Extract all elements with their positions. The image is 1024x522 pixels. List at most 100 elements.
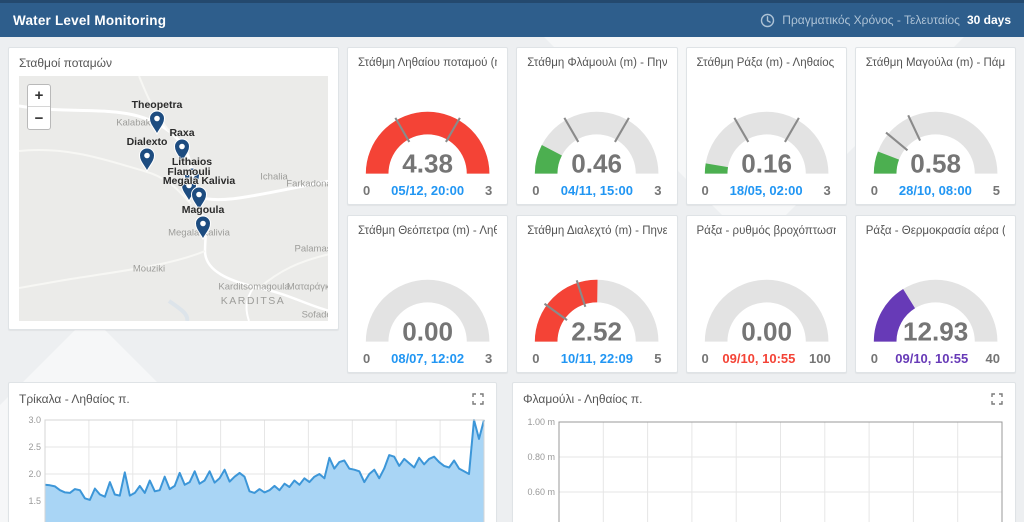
gauge-arc: 12.93 xyxy=(866,265,1005,350)
chart-title: Φλαμούλι - Ληθαίος π. xyxy=(523,392,643,406)
gauge-title: Στάθμη Ράξα (m) - Ληθαίος π. xyxy=(697,57,836,69)
area-chart-trikala[interactable]: 3.02.52.01.51.0 xyxy=(19,412,486,522)
station-label: Dialexto xyxy=(127,136,168,148)
gauge-arc: 2.52 xyxy=(527,265,666,350)
expand-chart-button[interactable] xyxy=(989,391,1005,407)
gauge-min: 0 xyxy=(702,183,709,198)
gauge-panel-flamouli: Στάθμη Φλάμουλι (m) - Πηνειός π. 0.46 0 … xyxy=(516,47,677,205)
gauge-title: Ράξα - ρυθμός βροχόπτωσης (mm/hr) xyxy=(697,225,836,237)
station-marker-icon[interactable] xyxy=(147,109,167,135)
gauge-panel-raxa-rain: Ράξα - ρυθμός βροχόπτωσης (mm/hr) 0.00 0… xyxy=(686,215,847,373)
app-title: Water Level Monitoring xyxy=(13,13,166,28)
map-zoom-in-button[interactable]: + xyxy=(28,85,50,107)
gauge-timestamp: 10/11, 22:09 xyxy=(561,351,633,366)
gauge-min: 0 xyxy=(871,183,878,198)
stations-map[interactable]: + − KalabakaIchaliaFarkadonaMegala Kaliv… xyxy=(19,76,328,321)
gauge-min: 0 xyxy=(363,351,370,366)
station-label: Megala Kalivia xyxy=(163,175,235,187)
gauge-panel-magoula: Στάθμη Μαγούλα (m) - Πάμισος π. 0.58 0 2… xyxy=(855,47,1016,205)
svg-text:1.00 m: 1.00 m xyxy=(527,417,555,427)
gauge-title: Στάθμη Ληθαίου ποταμού (m) - Τρίκαλα xyxy=(358,57,497,69)
svg-text:0.58: 0.58 xyxy=(910,148,961,178)
area-chart-flamouli[interactable]: 1.00 m0.80 m0.60 m0.40 m xyxy=(523,412,1005,522)
gauge-timestamp: 05/12, 20:00 xyxy=(391,183,464,198)
gauge-arc: 0.00 xyxy=(358,265,497,350)
map-panel-title: Σταθμοί ποταμών xyxy=(19,56,328,70)
map-place-label: Mouziki xyxy=(133,264,165,275)
gauge-timestamp: 09/10, 10:55 xyxy=(895,351,968,366)
svg-text:1.5: 1.5 xyxy=(28,496,41,506)
svg-text:0.16: 0.16 xyxy=(741,148,792,178)
gauge-max: 3 xyxy=(654,183,661,198)
time-range-label: Πραγματικός Χρόνος - Τελευταίος xyxy=(782,13,960,27)
svg-text:0.46: 0.46 xyxy=(571,148,622,178)
gauge-panel-theopetra: Στάθμη Θεόπετρα (m) - Ληθαίος π. 0.00 0 … xyxy=(347,215,508,373)
station-marker-icon[interactable] xyxy=(137,146,157,172)
gauge-title: Ράξα - Θερμοκρασία αέρα (oC) xyxy=(866,225,1005,237)
map-place-label: Sofades xyxy=(302,310,328,321)
svg-text:2.0: 2.0 xyxy=(28,469,41,479)
gauge-panel-raxa-temperature: Ράξα - Θερμοκρασία αέρα (oC) 12.93 0 09/… xyxy=(855,215,1016,373)
map-zoom-out-button[interactable]: − xyxy=(28,107,50,129)
gauge-arc: 4.38 xyxy=(358,97,497,182)
gauge-min: 0 xyxy=(871,351,878,366)
map-place-label: Karditsomagoula xyxy=(218,282,289,293)
station-label: Magoula xyxy=(182,204,225,216)
gauge-min: 0 xyxy=(532,183,539,198)
station-marker-icon[interactable] xyxy=(193,214,213,240)
svg-text:2.5: 2.5 xyxy=(28,442,41,452)
chart-title: Τρίκαλα - Ληθαίος π. xyxy=(19,392,130,406)
gauge-panel-raxa-level: Στάθμη Ράξα (m) - Ληθαίος π. 0.16 0 18/0… xyxy=(686,47,847,205)
gauge-panel-dialexto: Στάθμη Διαλεχτό (m) - Πηνειός π. 2.52 0 … xyxy=(516,215,677,373)
clock-icon xyxy=(760,13,775,28)
time-range-value: 30 days xyxy=(967,13,1011,27)
svg-text:3.0: 3.0 xyxy=(28,415,41,425)
gauge-max: 3 xyxy=(485,183,492,198)
gauge-timestamp: 18/05, 02:00 xyxy=(730,183,803,198)
gauge-title: Στάθμη Μαγούλα (m) - Πάμισος π. xyxy=(866,57,1005,69)
stations-map-panel: Σταθμοί ποταμών + − xyxy=(8,47,339,330)
gauge-max: 5 xyxy=(993,183,1000,198)
gauge-timestamp: 08/07, 12:02 xyxy=(391,351,464,366)
map-place-label: Palamas xyxy=(295,244,328,255)
gauge-title: Στάθμη Διαλεχτό (m) - Πηνειός π. xyxy=(527,225,666,237)
gauge-min: 0 xyxy=(363,183,370,198)
station-label: Theopetra xyxy=(132,99,183,111)
timeseries-panel-flamouli: Φλαμούλι - Ληθαίος π. 1.00 m 0.80 m 0.60 m… xyxy=(512,382,1016,522)
map-zoom-control: + − xyxy=(27,84,51,130)
gauge-arc: 0.58 xyxy=(866,97,1005,182)
svg-text:0.60 m: 0.60 m xyxy=(527,487,555,497)
gauge-timestamp: 28/10, 08:00 xyxy=(899,183,972,198)
svg-text:0.80 m: 0.80 m xyxy=(527,452,555,462)
map-place-label: KARDITSA xyxy=(221,295,286,307)
gauge-max: 3 xyxy=(824,183,831,198)
svg-text:0.00: 0.00 xyxy=(402,316,453,346)
svg-text:12.93: 12.93 xyxy=(903,316,968,346)
timeseries-panel-trikala: Τρίκαλα - Ληθαίος π. 3.02.52.01.51.0 xyxy=(8,382,497,522)
gauge-title: Στάθμη Θεόπετρα (m) - Ληθαίος π. xyxy=(358,225,497,237)
gauge-timestamp: 04/11, 15:00 xyxy=(561,183,633,198)
expand-chart-button[interactable] xyxy=(470,391,486,407)
gauge-max: 3 xyxy=(485,351,492,366)
svg-text:0.00: 0.00 xyxy=(741,316,792,346)
fullscreen-icon xyxy=(472,393,484,405)
gauge-min: 0 xyxy=(702,351,709,366)
map-place-label: Farkadona xyxy=(286,179,328,190)
gauge-max: 100 xyxy=(809,351,831,366)
gauge-arc: 0.00 xyxy=(697,265,836,350)
fullscreen-icon xyxy=(991,393,1003,405)
gauge-panel-lithaios-trikala: Στάθμη Ληθαίου ποταμού (m) - Τρίκαλα 4.3… xyxy=(347,47,508,205)
gauge-title: Στάθμη Φλάμουλι (m) - Πηνειός π. xyxy=(527,57,666,69)
gauge-min: 0 xyxy=(532,351,539,366)
gauge-max: 5 xyxy=(654,351,661,366)
map-place-label: Ματαράγκα xyxy=(287,282,328,293)
time-range-indicator[interactable]: Πραγματικός Χρόνος - Τελευταίος 30 days xyxy=(760,13,1011,28)
svg-text:2.52: 2.52 xyxy=(571,316,622,346)
gauge-timestamp: 09/10, 10:55 xyxy=(722,351,795,366)
gauge-arc: 0.16 xyxy=(697,97,836,182)
gauge-max: 40 xyxy=(986,351,1000,366)
station-label: Raxa xyxy=(169,127,194,139)
map-place-label: Ichalia xyxy=(260,172,287,183)
svg-text:4.38: 4.38 xyxy=(402,148,453,178)
gauge-grid: Στάθμη Ληθαίου ποταμού (m) - Τρίκαλα 4.3… xyxy=(347,47,1016,373)
